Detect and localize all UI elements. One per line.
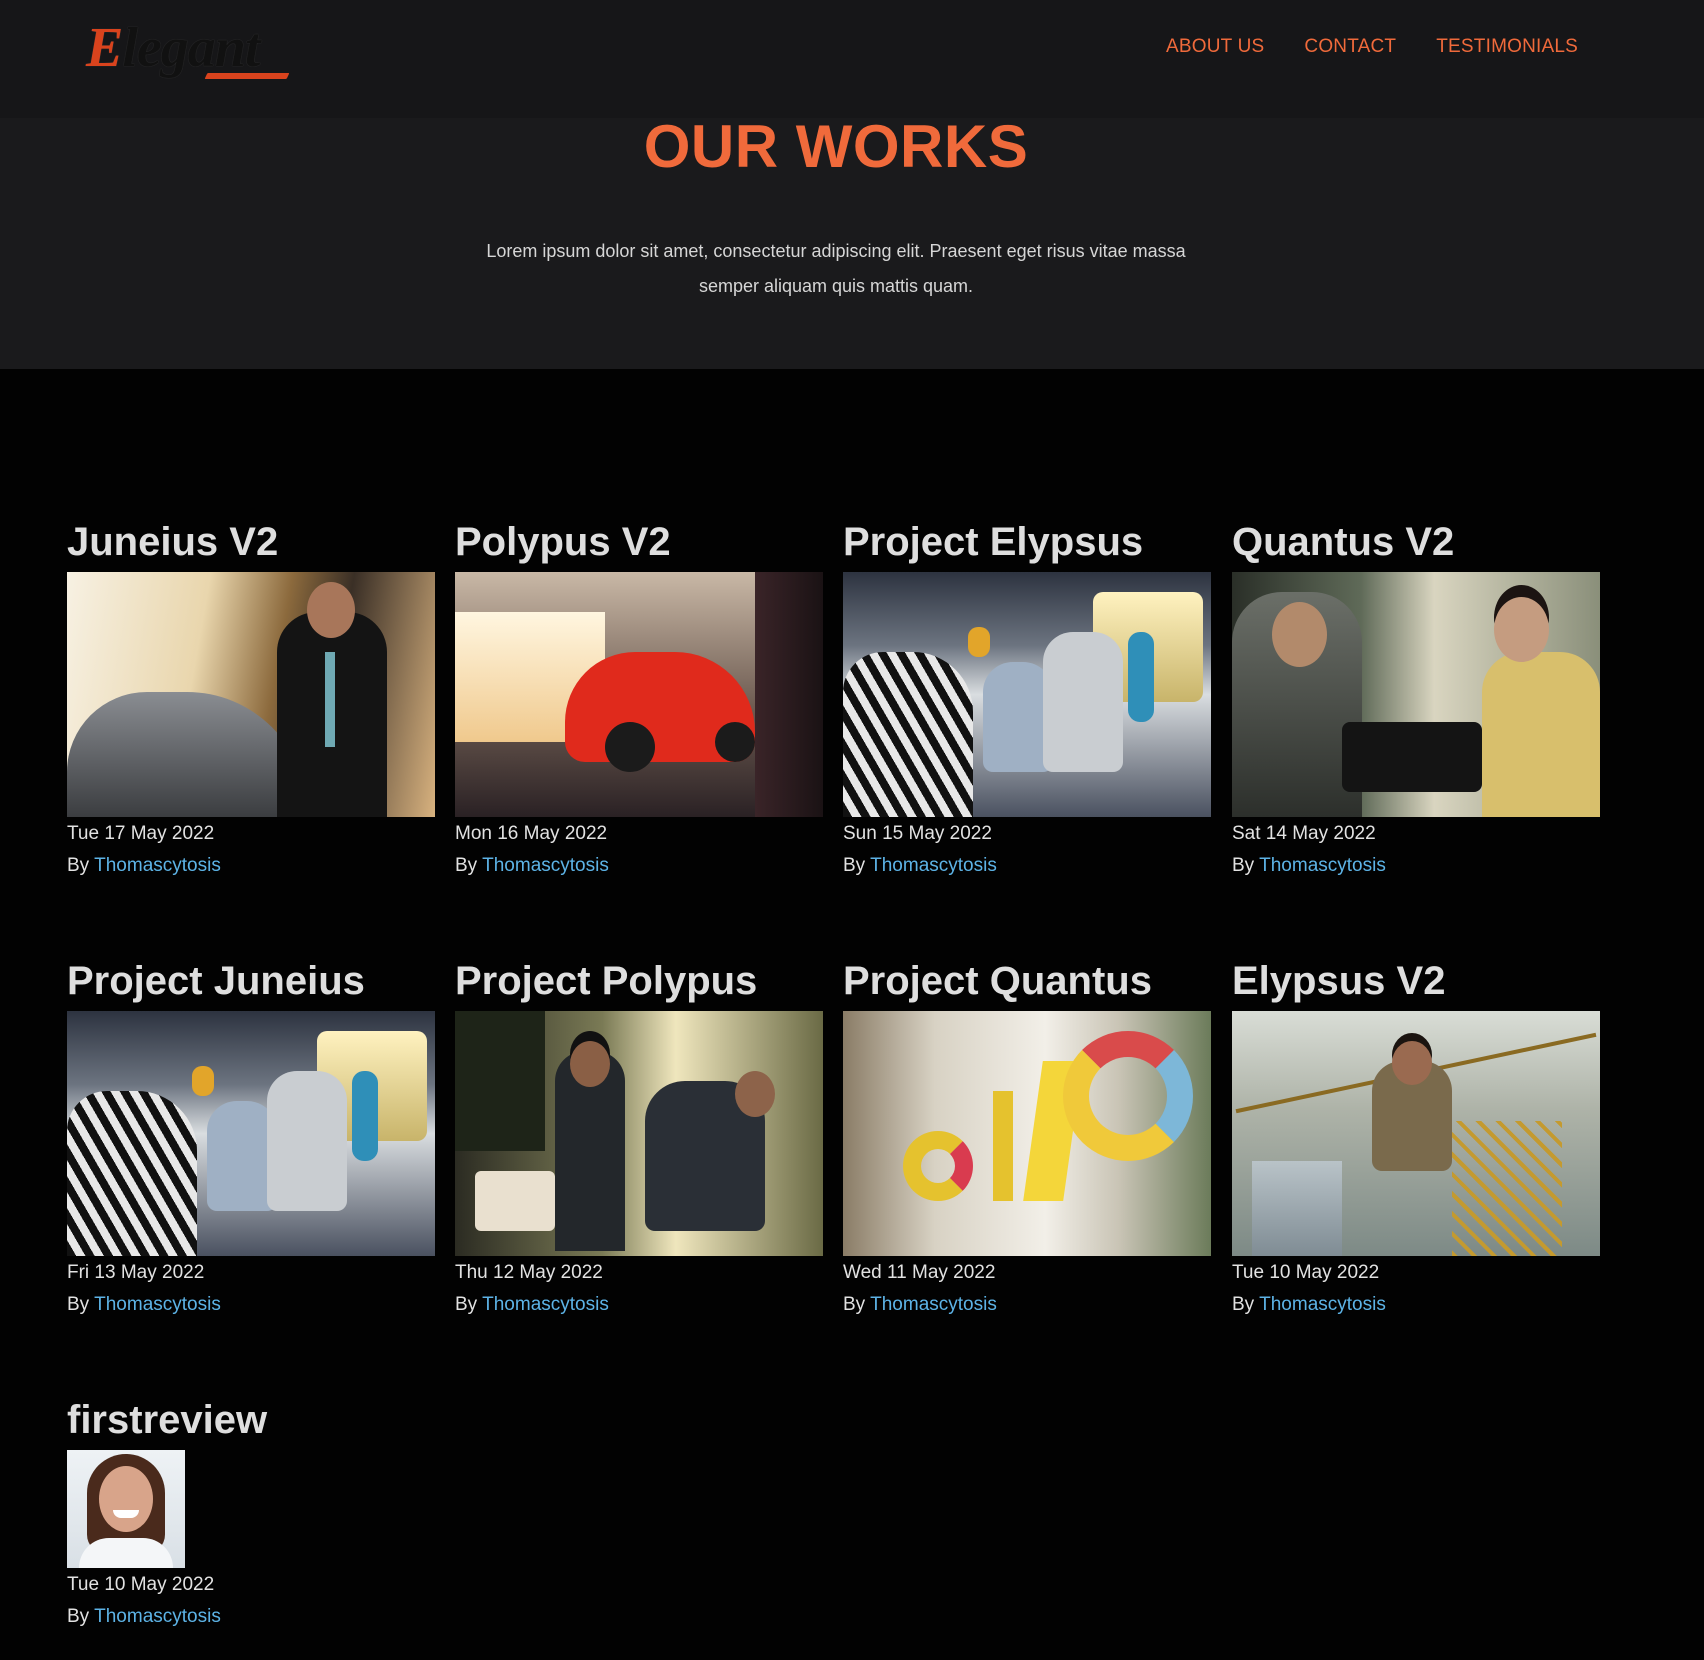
work-image[interactable]: [455, 1011, 823, 1256]
work-title[interactable]: Project Polypus: [455, 957, 823, 1011]
author-link[interactable]: Thomascytosis: [94, 855, 221, 876]
work-date: Thu 12 May 2022: [455, 1262, 603, 1283]
review-title[interactable]: firstreview: [67, 1396, 435, 1450]
work-title[interactable]: Juneius V2: [67, 518, 435, 572]
work-author-line: By Thomascytosis: [67, 1294, 221, 1315]
work-author-line: By Thomascytosis: [455, 1294, 609, 1315]
work-card: Polypus V2 Mon 16 May 2022 By Thomascyto…: [455, 518, 823, 877]
work-image[interactable]: [1232, 572, 1600, 817]
author-link[interactable]: Thomascytosis: [94, 1606, 221, 1627]
review-card: firstreview Tue 10 May 2022 By Thomascyt…: [67, 1396, 435, 1628]
work-author-line: By Thomascytosis: [455, 855, 609, 876]
review-author-line: By Thomascytosis: [67, 1606, 221, 1627]
work-date: Fri 13 May 2022: [67, 1262, 205, 1283]
logo-swoosh: [204, 73, 290, 79]
author-link[interactable]: Thomascytosis: [1259, 855, 1386, 876]
work-image[interactable]: [455, 572, 823, 817]
nav-testimonials[interactable]: TESTIMONIALS: [1436, 36, 1578, 58]
work-card: Juneius V2 Tue 17 May 2022 By Thomascyto…: [67, 518, 435, 877]
hero-section: OUR WORKS Lorem ipsum dolor sit amet, co…: [0, 113, 1704, 369]
work-author-line: By Thomascytosis: [843, 855, 997, 876]
author-link[interactable]: Thomascytosis: [482, 1294, 609, 1315]
main-nav: ABOUT US CONTACT TESTIMONIALS: [1166, 36, 1578, 58]
work-date: Mon 16 May 2022: [455, 823, 608, 844]
review-image[interactable]: [67, 1450, 185, 1568]
page-title: OUR WORKS: [643, 113, 1029, 180]
work-card: Project Polypus Thu 12 May 2022 By Thoma…: [455, 957, 823, 1316]
work-title[interactable]: Project Juneius: [67, 957, 435, 1011]
work-title[interactable]: Project Elypsus: [843, 518, 1211, 572]
work-image[interactable]: [67, 572, 435, 817]
hero-description: Lorem ipsum dolor sit amet, consectetur …: [486, 241, 1186, 296]
work-date: Sun 15 May 2022: [843, 823, 992, 844]
author-link[interactable]: Thomascytosis: [482, 855, 609, 876]
work-card: Project Elypsus Sun 15 May 2022 By Thoma…: [843, 518, 1211, 877]
nav-contact[interactable]: CONTACT: [1304, 36, 1396, 58]
work-card: Elypsus V2 Tue 10 May 2022 By Thomascyto…: [1232, 957, 1600, 1316]
author-link[interactable]: Thomascytosis: [1259, 1294, 1386, 1315]
work-date: Sat 14 May 2022: [1232, 823, 1376, 844]
work-title[interactable]: Elypsus V2: [1232, 957, 1600, 1011]
author-link[interactable]: Thomascytosis: [870, 1294, 997, 1315]
work-date: Tue 10 May 2022: [1232, 1262, 1380, 1283]
review-date: Tue 10 May 2022: [67, 1574, 215, 1595]
work-date: Tue 17 May 2022: [67, 823, 215, 844]
work-card: Project Quantus Wed 11 May 2022 By Thoma…: [843, 957, 1211, 1316]
work-title[interactable]: Project Quantus: [843, 957, 1211, 1011]
work-image[interactable]: [843, 1011, 1211, 1256]
work-author-line: By Thomascytosis: [1232, 855, 1386, 876]
work-title[interactable]: Polypus V2: [455, 518, 823, 572]
work-card: Quantus V2 Sat 14 May 2022 By Thomascyto…: [1232, 518, 1600, 877]
logo[interactable]: Elegant: [86, 16, 296, 86]
work-title[interactable]: Quantus V2: [1232, 518, 1600, 572]
author-link[interactable]: Thomascytosis: [870, 855, 997, 876]
work-author-line: By Thomascytosis: [843, 1294, 997, 1315]
author-link[interactable]: Thomascytosis: [94, 1294, 221, 1315]
nav-about-us[interactable]: ABOUT US: [1166, 36, 1264, 58]
work-author-line: By Thomascytosis: [1232, 1294, 1386, 1315]
work-author-line: By Thomascytosis: [67, 855, 221, 876]
work-card: Project Juneius Fri 13 May 2022 By Thoma…: [67, 957, 435, 1316]
work-date: Wed 11 May 2022: [843, 1262, 996, 1283]
logo-text: Elegant: [86, 17, 260, 79]
work-image[interactable]: [1232, 1011, 1600, 1256]
work-image[interactable]: [67, 1011, 435, 1256]
work-image[interactable]: [843, 572, 1211, 817]
site-header: Elegant ABOUT US CONTACT TESTIMONIALS: [0, 0, 1704, 118]
